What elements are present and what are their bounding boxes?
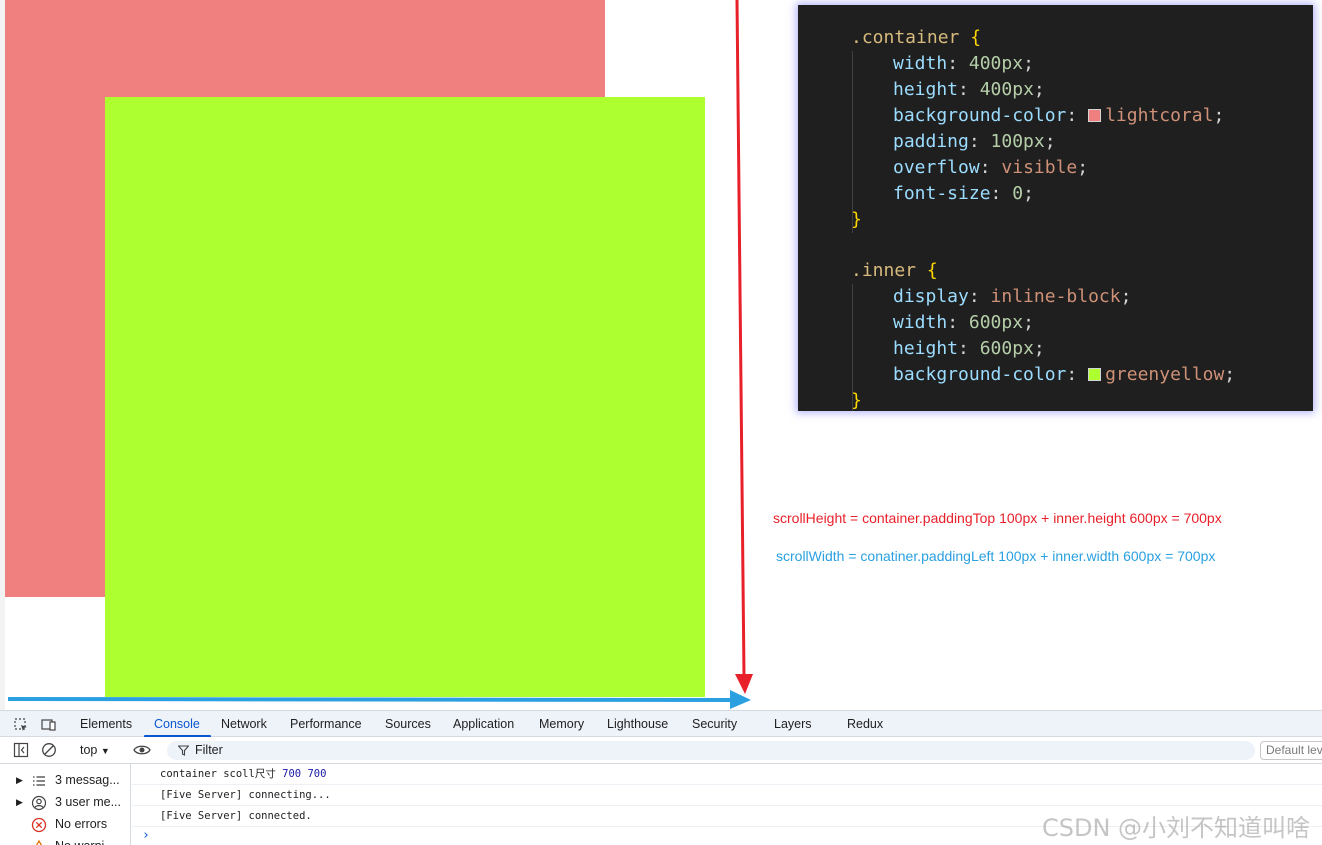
context-select[interactable]: top ▼ — [80, 737, 110, 764]
tab-network[interactable]: Network — [221, 711, 267, 738]
sidebar-item-label: No errors — [55, 817, 108, 831]
context-label: top — [80, 743, 98, 757]
watermark: CSDN @小刘不知道叫啥 — [1042, 814, 1311, 842]
scroll-arrows — [7, 0, 753, 709]
tab-application[interactable]: Application — [453, 711, 514, 738]
expand-triangle-icon[interactable]: ▶ — [16, 775, 23, 786]
sidebar-item[interactable]: No warni... — [0, 836, 130, 845]
warning-icon — [31, 839, 47, 845]
tab-elements[interactable]: Elements — [80, 711, 132, 738]
filter-placeholder: Filter — [195, 743, 223, 757]
filter-input[interactable]: Filter — [167, 741, 1255, 760]
clear-console-icon[interactable] — [41, 742, 57, 758]
sidebar-item[interactable]: ▶ 3 user me... — [0, 792, 130, 814]
sidebar-item-label: 3 messag... — [55, 773, 120, 787]
tab-redux[interactable]: Redux — [847, 711, 883, 738]
tab-security[interactable]: Security — [692, 711, 737, 738]
console-log-line: container scoll尺寸 700 700 — [132, 764, 1322, 785]
scroll-width-arrow — [7, 697, 733, 702]
eye-icon[interactable] — [133, 742, 151, 758]
user-icon — [31, 795, 47, 811]
device-toolbar-icon[interactable] — [41, 717, 57, 733]
scroll-width-arrowhead — [730, 690, 751, 709]
devtools-tabbar: Elements Console Network Performance Sources… — [0, 710, 1322, 738]
inspect-element-icon[interactable] — [13, 717, 29, 733]
tab-sources[interactable]: Sources — [385, 711, 431, 738]
sidebar-item[interactable]: No errors — [0, 814, 130, 836]
tab-performance[interactable]: Performance — [290, 711, 362, 738]
tab-layers[interactable]: Layers — [774, 711, 812, 738]
scroll-height-arrowhead — [735, 674, 753, 694]
sidebar-item-label: 3 user me... — [55, 795, 121, 809]
filter-icon — [178, 745, 189, 756]
tab-console[interactable]: Console — [154, 711, 200, 738]
expand-triangle-icon[interactable]: ▶ — [16, 797, 23, 808]
console-log-line: [Five Server] connecting... — [132, 785, 1322, 806]
sidebar-toggle-icon[interactable] — [13, 742, 29, 758]
list-icon — [31, 773, 47, 789]
sidebar-item-label: No warni... — [55, 839, 115, 845]
console-prompt[interactable]: › — [142, 828, 150, 843]
log-levels-select[interactable]: Default levels — [1260, 741, 1322, 760]
chevron-down-icon: ▼ — [100, 746, 110, 756]
console-toolbar: top ▼ Filter Default levels — [0, 737, 1322, 764]
console-sidebar: ▶ 3 messag... ▶ 3 user me... No errors No war… — [0, 764, 131, 845]
error-icon — [31, 817, 47, 833]
scroll-height-arrow — [735, 0, 746, 677]
tab-memory[interactable]: Memory — [539, 711, 584, 738]
sidebar-item[interactable]: ▶ 3 messag... — [0, 770, 130, 792]
tab-lighthouse[interactable]: Lighthouse — [607, 711, 668, 738]
